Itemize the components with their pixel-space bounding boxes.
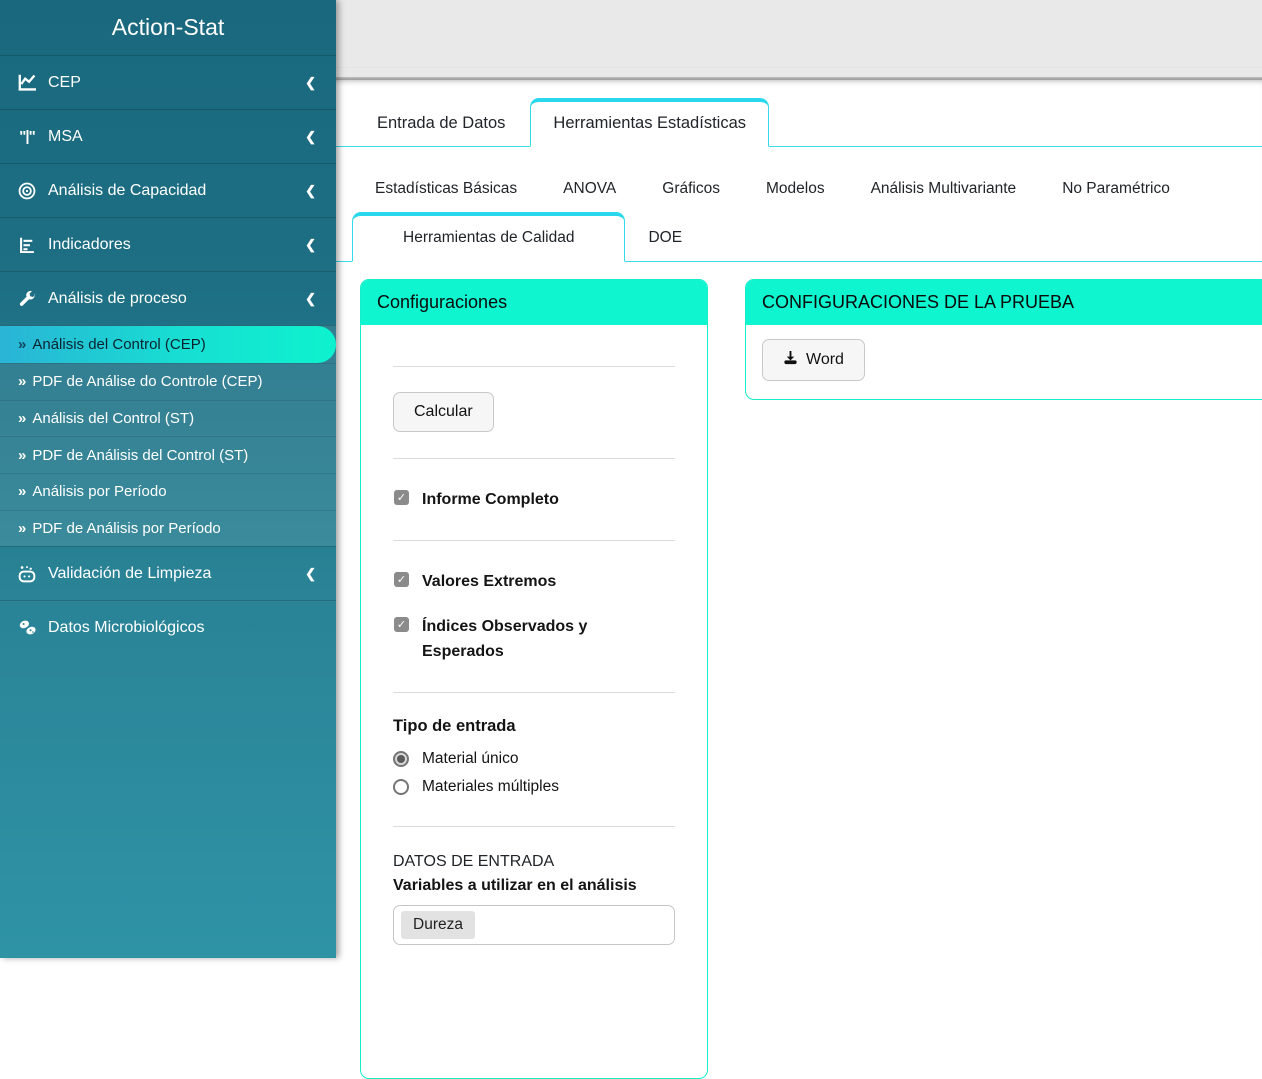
double-angle-right-icon: »: [18, 410, 26, 428]
tab-modelos[interactable]: Modelos: [743, 166, 848, 212]
submenu-item-label: PDF de Análise do Controle (CEP): [32, 373, 263, 391]
process-analysis-submenu: » Análisis del Control (CEP) » PDF de An…: [0, 325, 336, 547]
double-angle-right-icon: »: [18, 336, 26, 353]
divider: [393, 366, 675, 367]
checkbox-valores-extremos[interactable]: ✓: [394, 572, 409, 587]
app-title: Action-Stat: [111, 14, 225, 40]
variable-chip[interactable]: Dureza: [401, 911, 475, 939]
submenu-item-pdf-analisis-control-st[interactable]: » PDF de Análisis del Control (ST): [0, 436, 336, 473]
radio-label: Material único: [422, 750, 519, 767]
sub-tab-bar: Estadísticas Básicas ANOVA Gráficos Mode…: [336, 166, 1262, 262]
configurations-panel-title: Configuraciones: [361, 280, 707, 325]
checkbox-indices-observados-esperados[interactable]: ✓: [394, 617, 409, 632]
checkbox-label: Valores Extremos: [422, 573, 557, 590]
test-configurations-panel-title: CONFIGURACIONES DE LA PRUEBA: [746, 280, 1262, 325]
antenna-icon: "|": [19, 128, 35, 145]
main-tab-bar: Entrada de Datos Herramientas Estadístic…: [336, 80, 1262, 147]
sidebar-item-analisis-de-capacidad[interactable]: Análisis de Capacidad ❮: [0, 163, 336, 217]
submenu-item-pdf-analise-controle-cep[interactable]: » PDF de Análise do Controle (CEP): [0, 363, 336, 400]
submenu-item-analisis-por-periodo[interactable]: » Análisis por Período: [0, 473, 336, 510]
tab-entrada-de-datos[interactable]: Entrada de Datos: [352, 101, 531, 146]
submenu-item-label: Análisis del Control (CEP): [32, 336, 206, 353]
content-area: Entrada de Datos Herramientas Estadístic…: [336, 80, 1262, 1079]
double-angle-right-icon: »: [18, 483, 26, 501]
data-entry-section-label: DATOS DE ENTRADA: [393, 853, 555, 870]
submenu-item-label: Análisis del Control (ST): [32, 410, 195, 428]
submenu-item-pdf-analisis-por-periodo[interactable]: » PDF de Análisis por Período: [0, 509, 336, 547]
tab-doe[interactable]: DOE: [625, 215, 705, 261]
submenu-item-analisis-del-control-st[interactable]: » Análisis del Control (ST): [0, 399, 336, 437]
main-area: Entrada de Datos Herramientas Estadístic…: [336, 0, 1262, 1079]
submenu-item-label: PDF de Análisis por Período: [32, 520, 221, 538]
word-export-button[interactable]: Word: [762, 339, 865, 381]
chart-line-icon: [14, 74, 40, 91]
checkbox-informe-completo[interactable]: ✓: [394, 490, 409, 505]
bullseye-icon: [14, 182, 40, 200]
sidebar-item-msa[interactable]: "|" MSA ❮: [0, 109, 336, 163]
test-configurations-panel: CONFIGURACIONES DE LA PRUEBA Word: [745, 279, 1262, 400]
chevron-left-icon: ❮: [305, 290, 316, 306]
configurations-panel-body: Calcular ✓ Informe Completo ✓ Valores Ex…: [361, 325, 707, 945]
radio-materiales-multiples[interactable]: [393, 779, 409, 795]
configurations-panel: Configuraciones Calcular ✓ Informe Compl…: [360, 279, 708, 1079]
sidebar-item-label: CEP: [48, 73, 81, 91]
sidebar-item-label: Análisis de Capacidad: [48, 181, 207, 199]
submenu-item-analisis-del-control-cep[interactable]: » Análisis del Control (CEP): [0, 326, 336, 363]
variables-label: Variables a utilizar en el análisis: [393, 877, 637, 894]
tab-graficos[interactable]: Gráficos: [639, 166, 743, 212]
chevron-left-icon: ❮: [305, 565, 316, 581]
bacteria-icon: [14, 619, 40, 636]
divider: [393, 826, 675, 827]
tab-herramientas-de-calidad[interactable]: Herramientas de Calidad: [352, 212, 626, 262]
divider: [393, 540, 675, 541]
sidebar-item-label: MSA: [48, 127, 83, 145]
sidebar-item-label: Análisis de proceso: [48, 289, 187, 307]
variables-select-input[interactable]: Dureza: [393, 905, 675, 945]
panels-row: Configuraciones Calcular ✓ Informe Compl…: [336, 262, 1262, 1079]
divider: [393, 692, 675, 693]
sidebar-item-label: Validación de Limpieza: [48, 564, 212, 582]
input-type-heading: Tipo de entrada: [393, 717, 516, 735]
radio-material-unico[interactable]: [393, 751, 409, 767]
soap-icon: [14, 565, 40, 583]
download-icon: [783, 350, 798, 370]
calculate-button[interactable]: Calcular: [393, 392, 494, 432]
tab-estadisticas-basicas[interactable]: Estadísticas Básicas: [352, 166, 540, 212]
chevron-left-icon: ❮: [305, 74, 316, 90]
checkbox-label: Informe Completo: [422, 491, 559, 508]
submenu-item-label: PDF de Análisis del Control (ST): [32, 446, 249, 464]
sidebar-item-datos-microbiologicos[interactable]: Datos Microbiológicos: [0, 600, 336, 654]
sidebar-item-validacion-de-limpieza[interactable]: Validación de Limpieza ❮: [0, 546, 336, 600]
word-button-label: Word: [806, 351, 844, 368]
sidebar-item-cep[interactable]: CEP ❮: [0, 55, 336, 109]
radio-label: Materiales múltiples: [422, 778, 559, 795]
chevron-left-icon: ❮: [305, 128, 316, 144]
tab-anova[interactable]: ANOVA: [540, 166, 639, 212]
bar-chart-icon: [14, 237, 40, 253]
wrench-icon: [14, 290, 40, 308]
sidebar-item-analisis-de-proceso[interactable]: Análisis de proceso ❮: [0, 271, 336, 325]
double-angle-right-icon: »: [18, 446, 26, 464]
sidebar-item-label: Datos Microbiológicos: [48, 618, 205, 636]
top-toolbar: [336, 0, 1262, 80]
chevron-left-icon: ❮: [305, 182, 316, 198]
sidebar-item-indicadores[interactable]: Indicadores ❮: [0, 217, 336, 271]
tab-herramientas-estadisticas[interactable]: Herramientas Estadísticas: [530, 98, 769, 147]
sidebar-item-label: Indicadores: [48, 235, 131, 253]
chevron-left-icon: ❮: [305, 236, 316, 252]
tab-no-parametrico[interactable]: No Paramétrico: [1039, 166, 1193, 212]
submenu-item-label: Análisis por Período: [32, 483, 167, 501]
tab-analisis-multivariante[interactable]: Análisis Multivariante: [848, 166, 1040, 212]
double-angle-right-icon: »: [18, 520, 26, 538]
sidebar: Action-Stat CEP ❮ "|" MSA ❮ Análisis de …: [0, 0, 336, 958]
double-angle-right-icon: »: [18, 373, 26, 391]
checkbox-label: Índices Observados y Esperados: [422, 618, 588, 660]
divider: [393, 458, 675, 459]
